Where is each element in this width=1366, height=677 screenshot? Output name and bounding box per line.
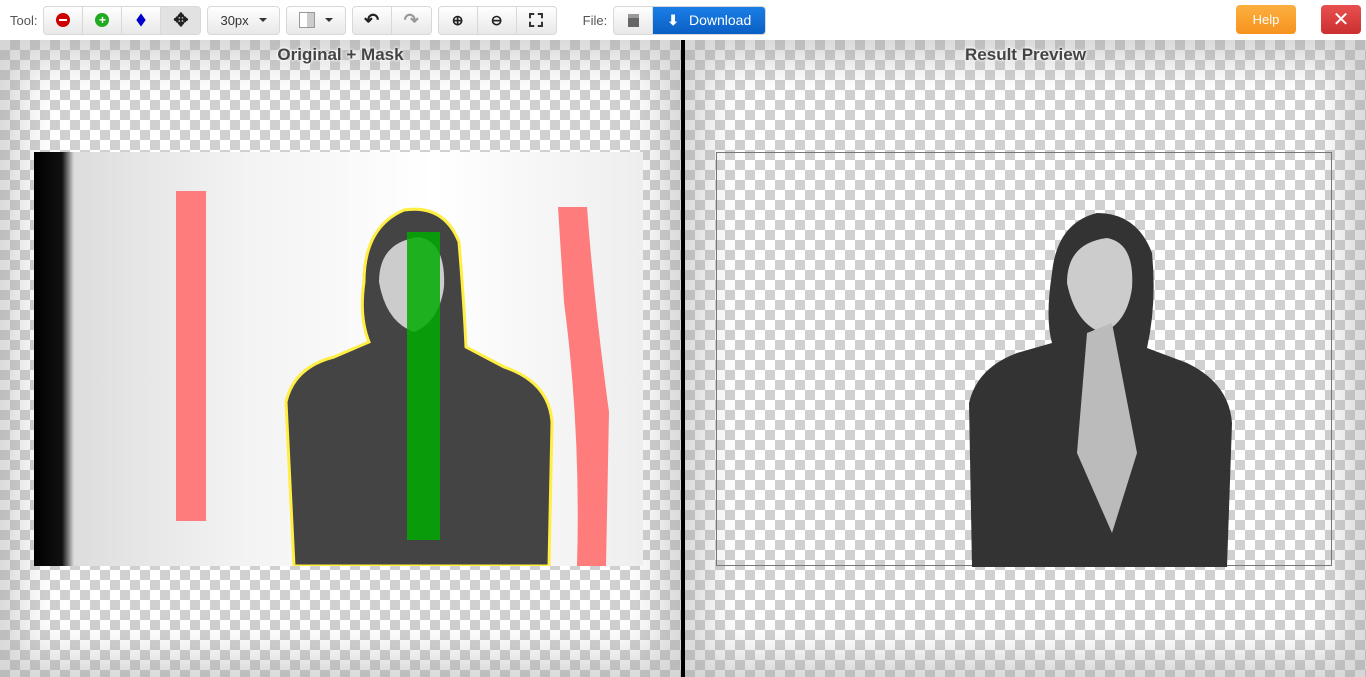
keep-stroke [407, 232, 440, 540]
pan-tool-button[interactable]: ✥ [161, 6, 201, 34]
download-arrow-icon: ⬇ [667, 11, 679, 28]
result-image-frame [716, 152, 1332, 567]
brush-size-value: 30px [220, 12, 249, 28]
file-group: ⬇ Download [613, 5, 767, 35]
zoom-in-icon: ⊕ [451, 11, 464, 28]
background-dropdown[interactable] [285, 5, 346, 35]
redo-button[interactable]: ↷ [392, 7, 431, 34]
original-image[interactable] [34, 152, 643, 566]
checkerboard-icon [298, 12, 315, 28]
panel-title: Result Preview [965, 45, 1086, 64]
download-button[interactable]: ⬇ Download [653, 6, 766, 34]
brush-size-dropdown[interactable]: 30px [207, 5, 280, 35]
download-label: Download [688, 12, 752, 28]
caret-down-icon [324, 18, 333, 22]
redo-icon: ↷ [403, 9, 419, 30]
original-mask-panel[interactable]: Original + Mask [0, 40, 681, 677]
close-button[interactable]: ✕ [1321, 5, 1361, 34]
move-icon: ✥ [173, 9, 189, 30]
zoom-out-button[interactable]: ⊖ [478, 6, 517, 34]
save-button[interactable] [614, 6, 654, 34]
panel-title: Original + Mask [277, 45, 404, 64]
toolbar: Tool: + ✥ 30px ↶ ↷ ⊕ ⊖ File: ⬇ Download [0, 0, 1366, 40]
zoom-in-button[interactable]: ⊕ [439, 6, 478, 34]
zoom-group: ⊕ ⊖ [437, 5, 557, 35]
caret-down-icon [258, 18, 267, 22]
undo-button[interactable]: ↶ [353, 6, 392, 34]
tool-label: Tool: [10, 12, 38, 28]
result-preview-panel: Result Preview [685, 40, 1366, 677]
minus-circle-icon [56, 13, 71, 27]
file-label: File: [582, 12, 608, 28]
help-button[interactable]: Help [1236, 5, 1296, 34]
keep-tool-button[interactable]: + [83, 6, 123, 34]
plus-circle-icon: + [95, 13, 110, 27]
eraser-icon [136, 13, 147, 27]
remove-stroke [176, 191, 206, 521]
tool-group: + ✥ [43, 5, 202, 35]
save-icon [627, 13, 639, 27]
undo-icon: ↶ [364, 9, 380, 30]
mask-overlay [176, 191, 609, 566]
remove-tool-button[interactable] [44, 6, 84, 34]
fit-screen-button[interactable] [517, 7, 556, 34]
result-cutout [969, 213, 1232, 567]
eraser-tool-button[interactable] [122, 6, 162, 34]
remove-stroke [558, 207, 609, 566]
fullscreen-icon [529, 13, 544, 27]
zoom-out-icon: ⊖ [490, 11, 503, 28]
history-group: ↶ ↷ [351, 5, 432, 35]
